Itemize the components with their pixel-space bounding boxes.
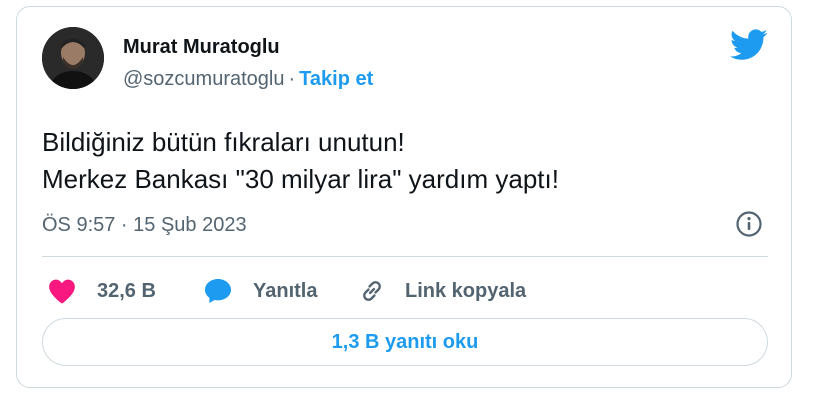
info-icon[interactable] <box>735 210 763 238</box>
heart-icon <box>47 276 77 306</box>
like-count: 32,6 B <box>97 279 156 302</box>
tweet-text-line: Merkez Bankası "30 milyar lira" yardım y… <box>42 164 559 194</box>
separator-dot: · <box>288 68 296 90</box>
tweet-card: Murat Muratoglu @sozcumuratoglu · Takip et… <box>16 6 792 388</box>
like-button[interactable]: 32,6 B <box>47 274 156 308</box>
author-name[interactable]: Murat Muratoglu <box>123 36 280 59</box>
avatar[interactable] <box>42 27 104 89</box>
author-handle[interactable]: @sozcumuratoglu <box>123 68 284 90</box>
divider <box>42 256 768 257</box>
copy-link-button[interactable]: Link kopyala <box>357 274 526 308</box>
link-icon <box>357 276 387 306</box>
tweet-text: Bildiğiniz bütün fıkraları unutun! Merke… <box>42 124 559 198</box>
tweet-timestamp[interactable]: ÖS 9:57 · 15 Şub 2023 <box>42 214 247 237</box>
reply-label: Yanıtla <box>253 279 318 302</box>
twitter-bird-icon[interactable] <box>730 29 768 61</box>
read-replies-button[interactable]: 1,3 B yanıtı oku <box>42 318 768 366</box>
copy-link-label: Link kopyala <box>405 279 527 302</box>
follow-button[interactable]: Takip et <box>299 68 373 90</box>
author-handle-row: @sozcumuratoglu · Takip et <box>123 68 373 91</box>
tweet-text-line: Bildiğiniz bütün fıkraları unutun! <box>42 127 405 157</box>
reply-button[interactable]: Yanıtla <box>203 274 317 308</box>
speech-bubble-icon <box>203 276 233 306</box>
